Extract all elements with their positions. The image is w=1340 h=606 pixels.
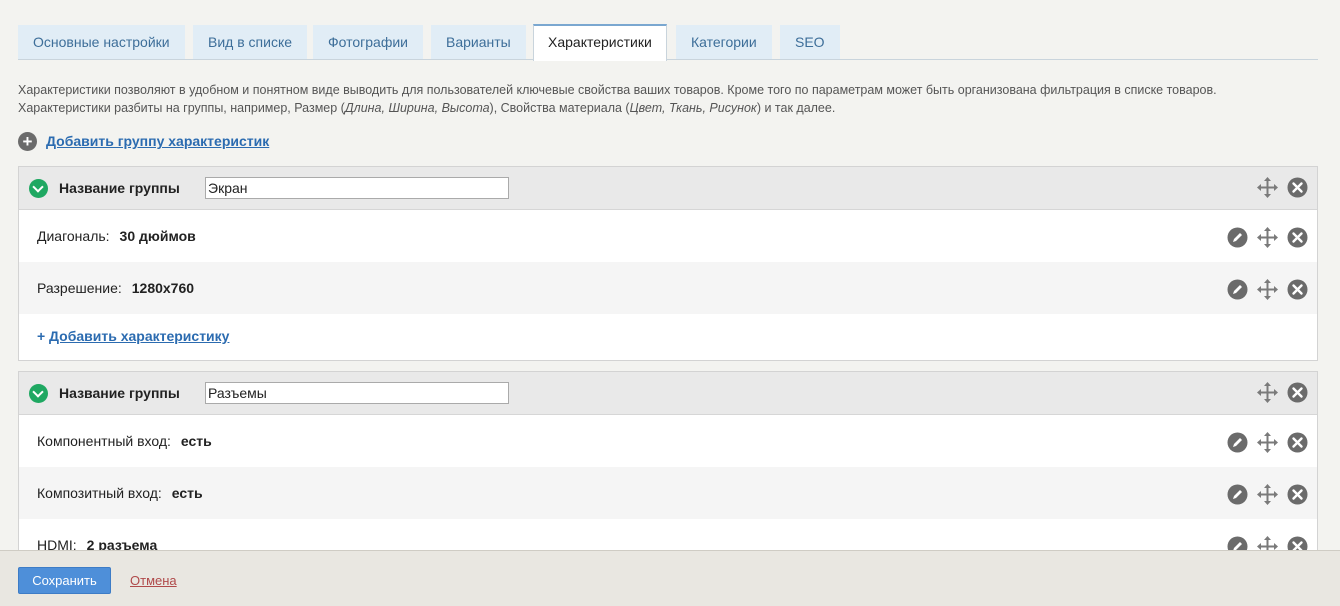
characteristic-label: Композитный вход: есть [37,485,203,501]
plus-icon[interactable]: + [18,131,37,151]
characteristic-name: Композитный вход: [37,485,162,501]
chevron-down-icon[interactable] [29,384,48,403]
pencil-icon[interactable] [1227,484,1248,505]
tab-description: Характеристики позволяют в удобном и пон… [18,81,1318,117]
characteristic-value: 30 дюймов [119,228,196,244]
group-name-input[interactable] [205,177,509,199]
tab-seo[interactable]: SEO [780,25,840,59]
add-characteristic-plus[interactable]: + [37,328,45,344]
characteristic-label: Разрешение: 1280x760 [37,280,194,296]
characteristic-name: Диагональ: [37,228,110,244]
characteristic-value: 1280x760 [131,280,195,296]
tab-list-view[interactable]: Вид в списке [193,25,308,59]
group-name-label: Название группы [59,180,180,196]
desc-example: Цвет, Ткань, Рисунок [629,101,757,115]
characteristic-label: Диагональ: 30 дюймов [37,228,196,244]
save-button[interactable]: Сохранить [18,567,111,594]
characteristic-row: Разрешение: 1280x760 [19,262,1317,314]
tab-main-settings[interactable]: Основные настройки [18,25,185,59]
desc-text: ) и так далее. [756,101,836,115]
characteristic-group: Название группы Диагональ: 30 дюймов Разр… [18,166,1318,361]
pencil-icon[interactable] [1227,227,1248,248]
tab-photos[interactable]: Фотографии [313,25,424,59]
tab-bar: Основные настройки Вид в списке Фотограф… [18,24,1318,61]
add-group-control[interactable]: + Добавить группу характеристик [18,131,269,151]
chevron-down-icon[interactable] [29,179,48,198]
close-icon[interactable] [1287,177,1308,198]
move-icon[interactable] [1257,279,1278,300]
tab-characteristics[interactable]: Характеристики [533,24,667,61]
characteristic-row: Диагональ: 30 дюймов [19,210,1317,262]
group-header: Название группы [19,167,1317,210]
desc-text: Характеристики разбиты на группы, наприм… [18,101,345,115]
group-name-input[interactable] [205,382,509,404]
characteristic-name: Компонентный вход: [37,433,171,449]
move-icon[interactable] [1257,432,1278,453]
close-icon[interactable] [1287,382,1308,403]
characteristic-value: есть [171,485,203,501]
desc-example: Длина, Ширина, Высота [344,101,490,115]
tab-categories[interactable]: Категории [676,25,772,59]
characteristic-value: есть [180,433,212,449]
close-icon[interactable] [1287,484,1308,505]
pencil-icon[interactable] [1227,432,1248,453]
tab-variants[interactable]: Варианты [431,25,526,59]
add-characteristic-link[interactable]: Добавить характеристику [49,328,229,344]
close-icon[interactable] [1287,432,1308,453]
description-line-1: Характеристики позволяют в удобном и пон… [18,83,1217,97]
move-icon[interactable] [1257,227,1278,248]
close-icon[interactable] [1287,227,1308,248]
form-footer: Сохранить Отмена [0,550,1340,606]
characteristic-label: Компонентный вход: есть [37,433,212,449]
move-icon[interactable] [1257,177,1278,198]
move-icon[interactable] [1257,382,1278,403]
product-edit-page: Основные настройки Вид в списке Фотограф… [0,0,1340,606]
characteristic-name: Разрешение: [37,280,122,296]
characteristic-row: Композитный вход: есть [19,467,1317,519]
group-name-label: Название группы [59,385,180,401]
group-header: Название группы [19,372,1317,415]
add-characteristic-control[interactable]: + Добавить характеристику [19,314,1317,360]
characteristic-row: Компонентный вход: есть [19,415,1317,467]
cancel-link[interactable]: Отмена [130,573,177,588]
add-group-link[interactable]: Добавить группу характеристик [46,133,269,149]
move-icon[interactable] [1257,484,1278,505]
description-line-2: Характеристики разбиты на группы, наприм… [18,99,1318,117]
close-icon[interactable] [1287,279,1308,300]
desc-text: ), Свойства материала ( [489,101,630,115]
pencil-icon[interactable] [1227,279,1248,300]
characteristic-group: Название группы Компонентный вход: есть К… [18,371,1318,571]
